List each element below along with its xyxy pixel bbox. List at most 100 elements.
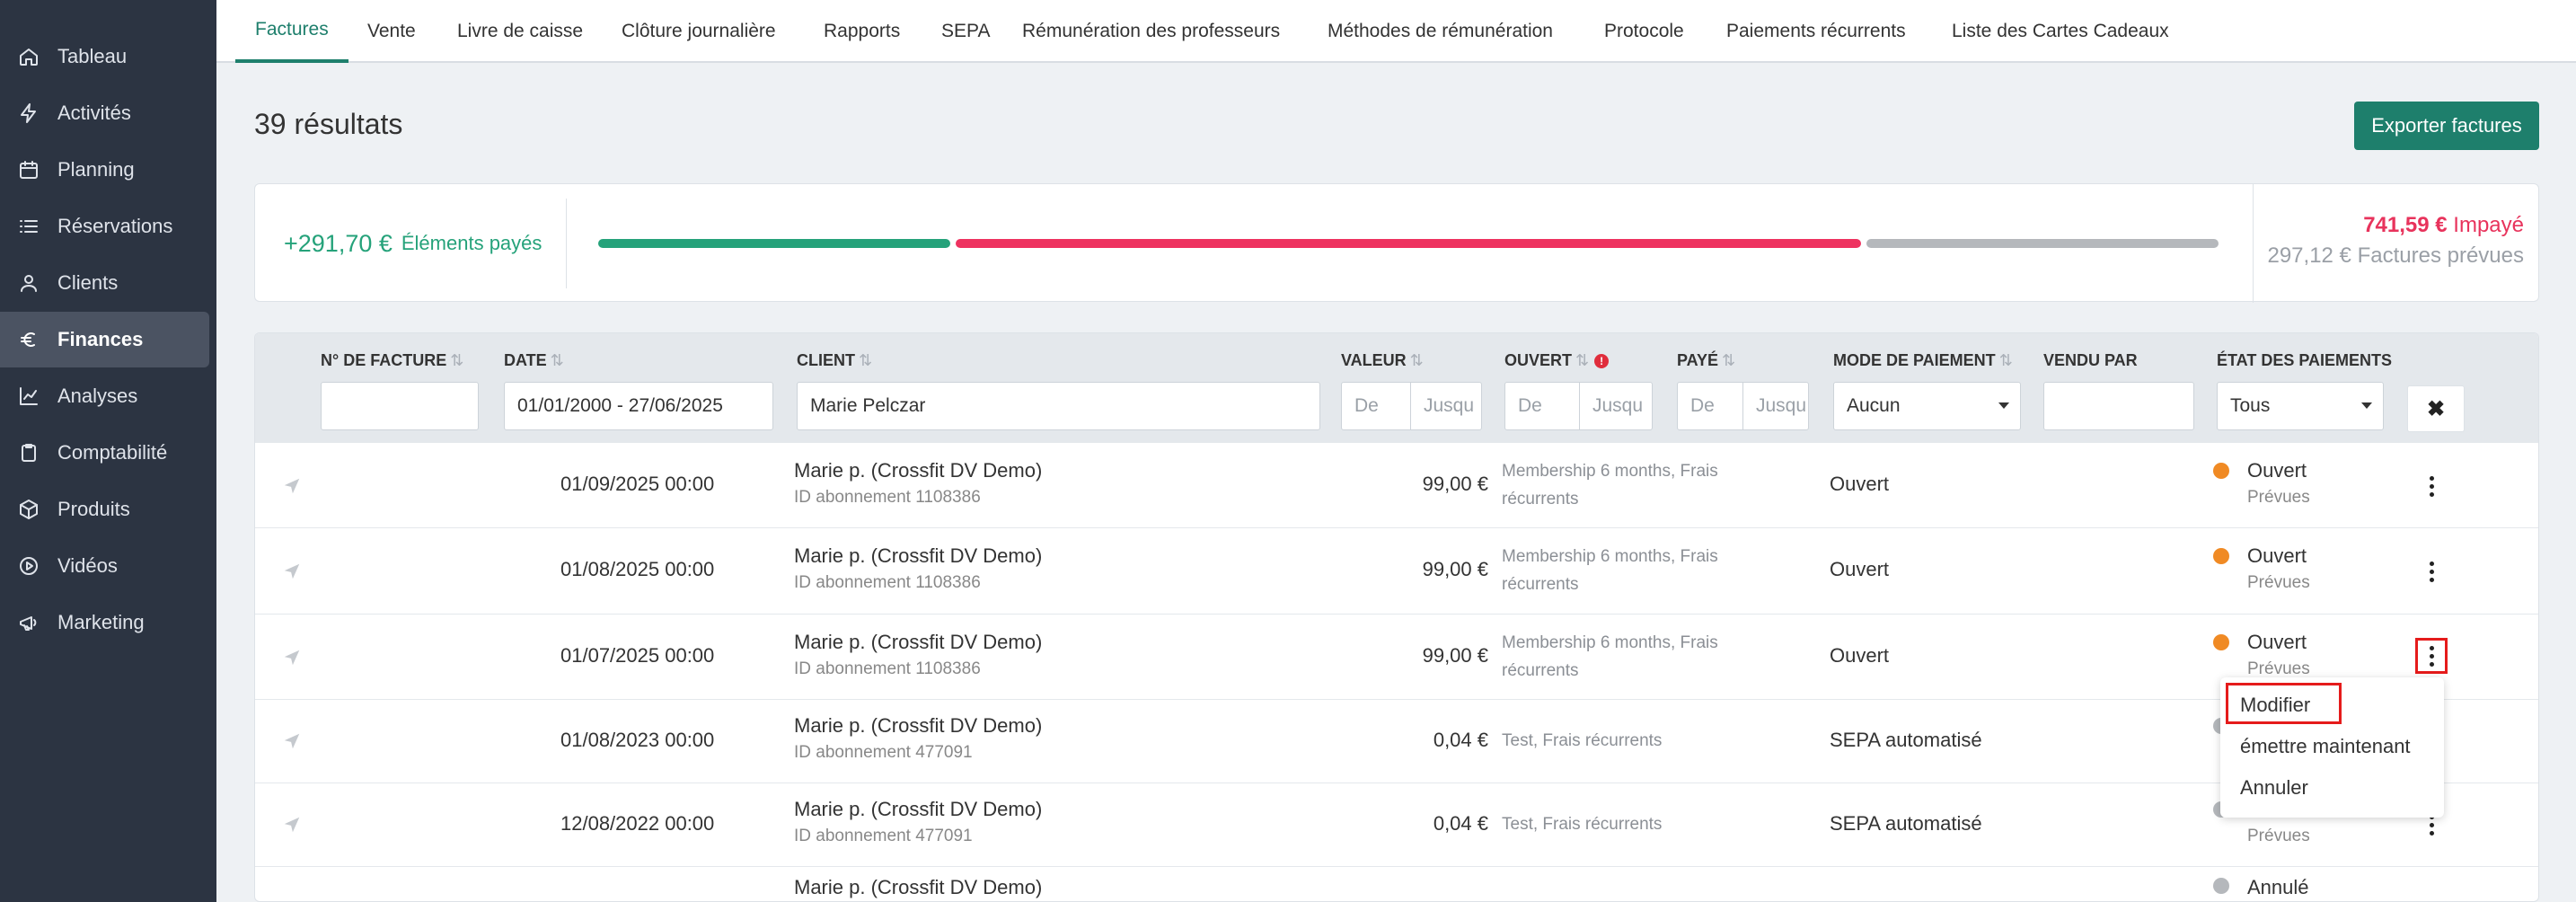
row-actions-button[interactable] (2415, 553, 2448, 589)
description-line: récurrents (1502, 575, 1579, 594)
sidebar-item-videos[interactable]: Vidéos (0, 538, 209, 594)
send-icon[interactable] (282, 648, 302, 668)
sort-icon: ⇅ (1998, 351, 2013, 369)
progress-planned (1866, 239, 2219, 248)
header-open[interactable]: OUVERT ⇅! (1504, 351, 1610, 370)
payment-mode: Ouvert (1830, 473, 1890, 495)
description-line: Membership 6 months, Frais (1502, 547, 1718, 566)
header-paid[interactable]: PAYÉ ⇅ (1677, 351, 1735, 370)
unpaid-summary: 741,59 € Impayé (2363, 213, 2524, 238)
value-to-input[interactable]: Jusqu (1410, 382, 1482, 430)
paid-label: Éléments payés (401, 232, 543, 254)
client-name[interactable]: Marie p. (Crossfit DV Demo) (794, 459, 1042, 482)
tab-methodes-remuneration[interactable]: Méthodes de rémunération (1328, 0, 1553, 63)
payment-state-select[interactable]: Tous (2217, 382, 2384, 430)
send-icon[interactable] (282, 476, 302, 496)
invoice-value: 99,00 € (1422, 558, 1488, 580)
header-date[interactable]: DATE ⇅ (504, 351, 564, 370)
open-from-input[interactable]: De (1504, 382, 1580, 430)
invoice-date: 12/08/2022 00:00 (560, 812, 715, 835)
status-dot (2213, 463, 2229, 479)
row-actions-button[interactable] (2415, 638, 2448, 674)
value-from-input[interactable]: De (1341, 382, 1411, 430)
send-icon[interactable] (282, 731, 302, 751)
payment-mode-select[interactable]: Aucun (1833, 382, 2021, 430)
results-count: 39 résultats (254, 108, 403, 140)
description-line: récurrents (1502, 490, 1579, 508)
tab-paiements-recurrents[interactable]: Paiements récurrents (1726, 0, 1906, 63)
header-payment-mode[interactable]: MODE DE PAIEMENT ⇅ (1833, 351, 2013, 370)
clear-filters-button[interactable]: ✖ (2407, 385, 2465, 432)
header-label: VENDU PAR (2043, 351, 2138, 369)
sidebar-item-comptabilite[interactable]: Comptabilité (0, 425, 209, 481)
sidebar-item-label: Analyses (57, 385, 138, 407)
header-label: MODE DE PAIEMENT (1833, 351, 1996, 369)
tab-cartes-cadeaux[interactable]: Liste des Cartes Cadeaux (1952, 0, 2169, 63)
header-label: PAYÉ (1677, 351, 1719, 369)
tab-cloture-journaliere[interactable]: Clôture journalière (622, 0, 776, 63)
client-name[interactable]: Marie p. (Crossfit DV Demo) (794, 544, 1042, 568)
client-name[interactable]: Marie p. (Crossfit DV Demo) (794, 798, 1042, 821)
paid-from-input[interactable]: De (1677, 382, 1743, 430)
progress-paid (598, 239, 951, 248)
invoice-date: 01/09/2025 00:00 (560, 473, 715, 495)
sidebar-item-reservations[interactable]: Réservations (0, 199, 209, 254)
send-icon[interactable] (282, 815, 302, 835)
menu-item-annuler[interactable]: Annuler (2240, 776, 2308, 800)
row-actions-button[interactable] (2415, 468, 2448, 504)
caret-down-icon (2361, 402, 2372, 409)
payment-mode: Ouvert (1830, 558, 1890, 580)
subscription-id: ID abonnement 1108386 (794, 488, 981, 507)
sidebar-item-produits[interactable]: Produits (0, 482, 209, 537)
export-invoices-button[interactable]: Exporter factures (2354, 102, 2539, 150)
tab-factures[interactable]: Factures (235, 0, 348, 63)
sidebar-item-tableau[interactable]: Tableau (0, 29, 209, 84)
tab-sepa[interactable]: SEPA (941, 0, 990, 63)
table-row[interactable]: 01/07/2025 00:00 Marie p. (Crossfit DV D… (255, 615, 2538, 700)
table-row[interactable]: 12/08/2022 00:00 Marie p. (Crossfit DV D… (255, 783, 2538, 867)
table-row[interactable]: Marie p. (Crossfit DV Demo) Annulé (255, 867, 2538, 901)
tab-remuneration-professeurs[interactable]: Rémunération des professeurs (1022, 0, 1280, 63)
table-row[interactable]: 01/08/2025 00:00 Marie p. (Crossfit DV D… (255, 528, 2538, 615)
header-label: N° DE FACTURE (321, 351, 447, 369)
invoice-no-filter[interactable] (321, 382, 479, 430)
sidebar-item-activites[interactable]: Activités (0, 85, 209, 141)
client-name[interactable]: Marie p. (Crossfit DV Demo) (794, 876, 1042, 899)
sold-by-filter[interactable] (2043, 382, 2194, 430)
header-client[interactable]: CLIENT ⇅ (797, 351, 872, 370)
sidebar-item-label: Vidéos (57, 554, 118, 577)
tab-livre-de-caisse[interactable]: Livre de caisse (457, 0, 583, 63)
user-icon (0, 272, 57, 294)
table-row[interactable]: 01/09/2025 00:00 Marie p. (Crossfit DV D… (255, 443, 2538, 528)
header-invoice-no[interactable]: N° DE FACTURE ⇅ (321, 351, 463, 370)
header-label: CLIENT (797, 351, 855, 369)
sidebar-item-planning[interactable]: Planning (0, 142, 209, 198)
open-to-input[interactable]: Jusqu (1579, 382, 1653, 430)
tab-rapports[interactable]: Rapports (824, 0, 900, 63)
sidebar-item-analyses[interactable]: Analyses (0, 368, 209, 424)
play-icon (0, 555, 57, 577)
table-row[interactable]: 01/08/2023 00:00 Marie p. (Crossfit DV D… (255, 700, 2538, 783)
subscription-id: ID abonnement 477091 (794, 827, 973, 845)
client-name[interactable]: Marie p. (Crossfit DV Demo) (794, 714, 1042, 738)
send-icon[interactable] (282, 562, 302, 581)
invoice-description: Membership 6 months, Frais récurrents (1502, 629, 1718, 685)
box-icon (0, 499, 57, 520)
menu-item-modifier[interactable]: Modifier (2240, 694, 2310, 717)
header-value[interactable]: VALEUR ⇅ (1341, 351, 1424, 370)
tab-vente[interactable]: Vente (367, 0, 416, 63)
tab-protocole[interactable]: Protocole (1604, 0, 1684, 63)
caret-down-icon (1998, 402, 2009, 409)
paid-to-input[interactable]: Jusqu (1742, 382, 1809, 430)
divider (566, 199, 567, 288)
invoice-value: 0,04 € (1433, 729, 1488, 751)
header-label: DATE (504, 351, 547, 369)
sidebar-item-clients[interactable]: Clients (0, 255, 209, 311)
menu-item-emettre-maintenant[interactable]: émettre maintenant (2240, 735, 2411, 758)
client-filter[interactable]: Marie Pelczar (797, 382, 1320, 430)
date-range-filter[interactable]: 01/01/2000 - 27/06/2025 (504, 382, 773, 430)
sidebar-item-marketing[interactable]: Marketing (0, 595, 209, 650)
divider (2253, 184, 2254, 303)
sidebar-item-finances[interactable]: Finances (0, 312, 209, 367)
client-name[interactable]: Marie p. (Crossfit DV Demo) (794, 631, 1042, 654)
